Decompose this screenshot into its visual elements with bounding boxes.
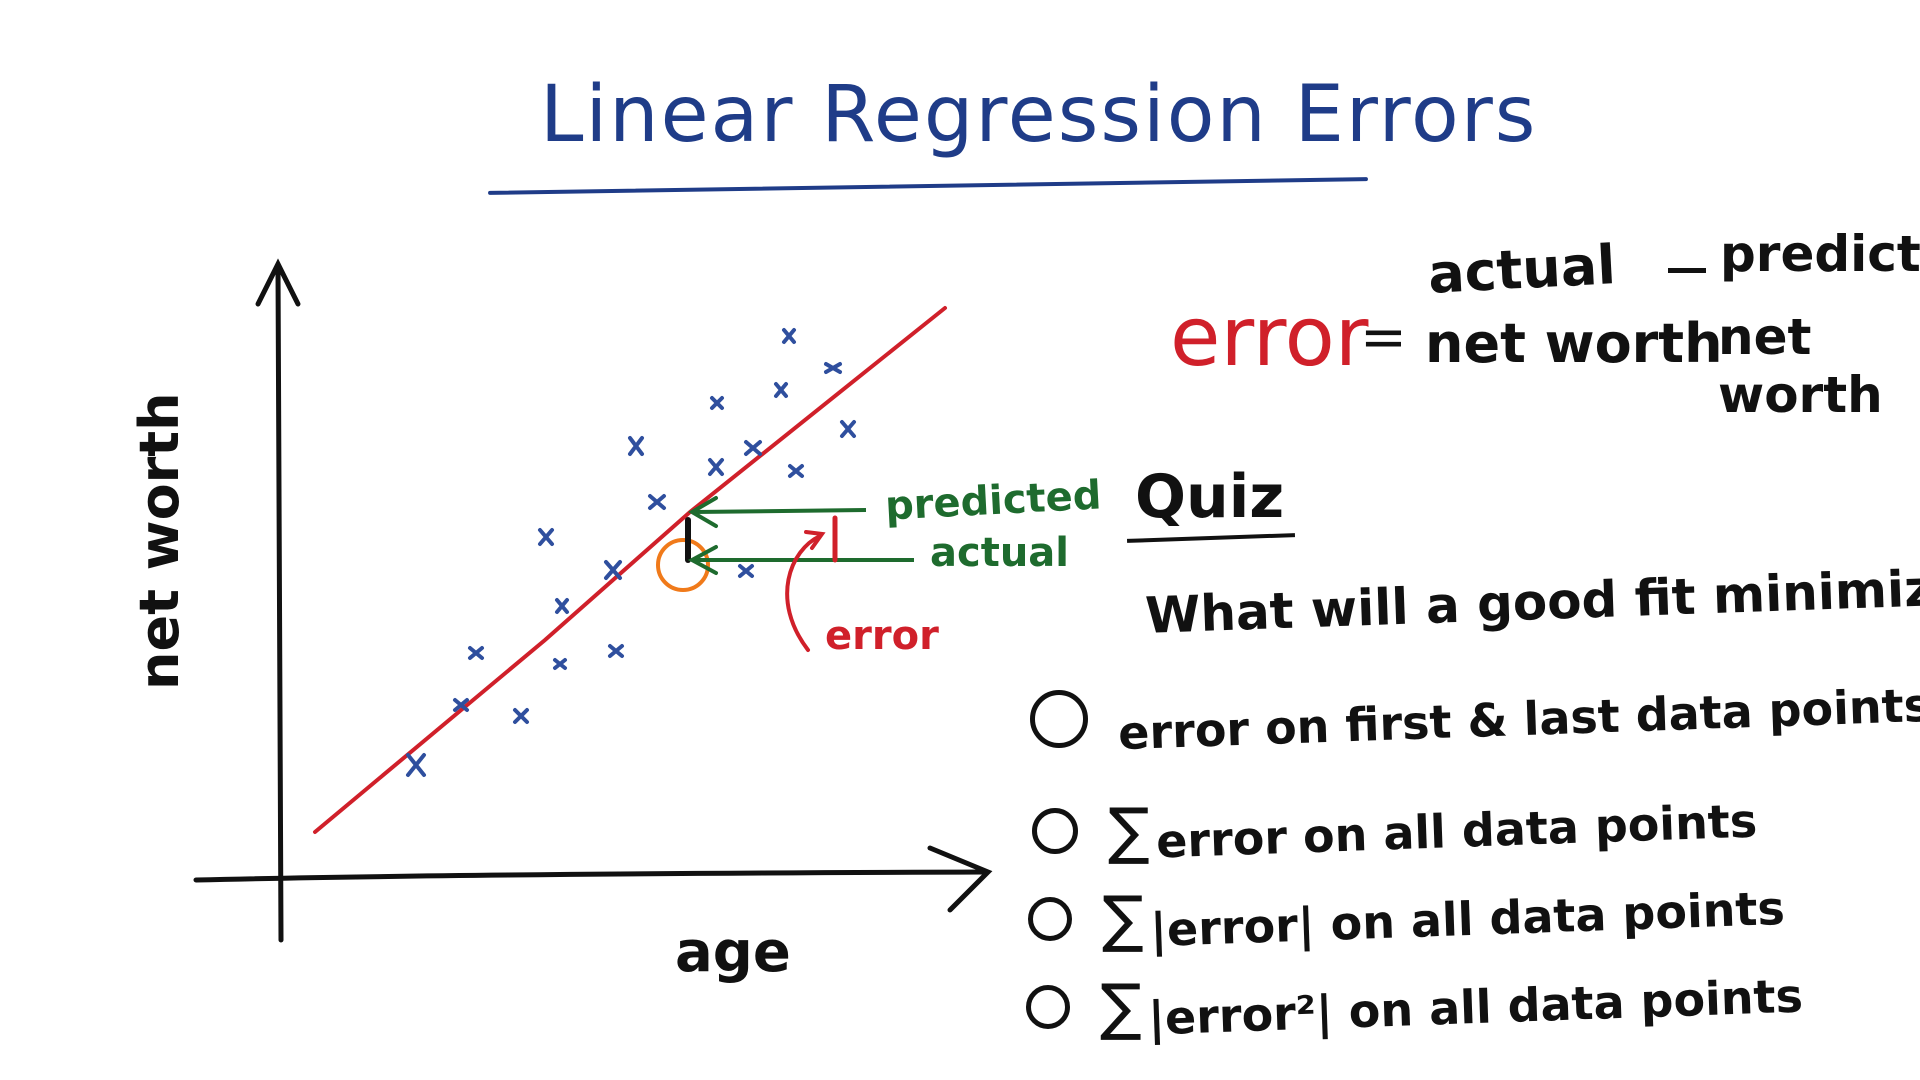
- option-label: |error| on all data points: [1149, 880, 1786, 957]
- error-pointer: [785, 534, 822, 652]
- equation-predicted: predicted: [1720, 225, 1920, 283]
- option-label: error on all data points: [1155, 793, 1758, 868]
- data-point: [782, 328, 796, 344]
- equation-lhs: error: [1170, 290, 1369, 385]
- data-point: [840, 420, 856, 438]
- data-point: [553, 658, 567, 670]
- data-point: [538, 528, 554, 546]
- equation-net-worth-predicted: net worth: [1718, 308, 1883, 424]
- data-point: [406, 753, 426, 777]
- data-point: [468, 646, 484, 660]
- data-point: [708, 458, 724, 476]
- quiz-option-1[interactable]: error on first & last data points: [1030, 678, 1920, 760]
- data-point: [604, 560, 622, 580]
- x-axis-arrowhead: [927, 845, 993, 913]
- data-points: [406, 328, 856, 777]
- y-axis-label: net worth: [128, 392, 191, 690]
- option-label: error on first & last data points: [1117, 677, 1920, 761]
- equation-net-worth-actual: net worth: [1425, 312, 1723, 375]
- radio-button[interactable]: [1028, 896, 1072, 941]
- quiz-option-2[interactable]: ∑ error on all data points: [1032, 793, 1758, 868]
- data-point: [788, 464, 804, 478]
- data-point: [648, 494, 666, 510]
- data-point: [824, 362, 842, 374]
- x-axis-label: age: [675, 920, 791, 985]
- x-axis: [193, 869, 988, 883]
- equation-minus: [1668, 268, 1706, 273]
- sum-symbol: ∑: [1108, 794, 1150, 867]
- radio-button[interactable]: [1030, 690, 1088, 748]
- equation-equals: =: [1360, 305, 1407, 370]
- quiz-heading: Quiz: [1135, 462, 1285, 532]
- quiz-option-3[interactable]: ∑ |error| on all data points: [1028, 880, 1786, 957]
- error-annotation: error: [825, 613, 939, 659]
- y-axis: [275, 265, 284, 943]
- y-axis-label-wrap: net worth: [128, 392, 426, 753]
- sum-symbol: ∑: [1100, 970, 1142, 1043]
- predicted-arrow: [693, 508, 867, 514]
- sum-symbol: ∑: [1102, 882, 1144, 955]
- radio-button[interactable]: [1032, 807, 1078, 854]
- data-point: [710, 396, 724, 410]
- data-point: [738, 564, 754, 578]
- actual-annotation: actual: [930, 530, 1070, 576]
- equation-actual: actual: [1426, 233, 1618, 306]
- quiz-option-4[interactable]: ∑ |error²| on all data points: [1026, 968, 1804, 1045]
- whiteboard-canvas: Linear Regression Errors net worth age p…: [0, 0, 1920, 1080]
- option-label: |error²| on all data points: [1147, 968, 1804, 1045]
- radio-button[interactable]: [1026, 984, 1070, 1029]
- data-point: [774, 382, 788, 398]
- data-point: [744, 440, 762, 456]
- data-point: [628, 436, 644, 456]
- data-point: [555, 598, 569, 614]
- data-point: [513, 708, 529, 724]
- fit-line: [313, 306, 947, 834]
- data-point: [608, 644, 624, 658]
